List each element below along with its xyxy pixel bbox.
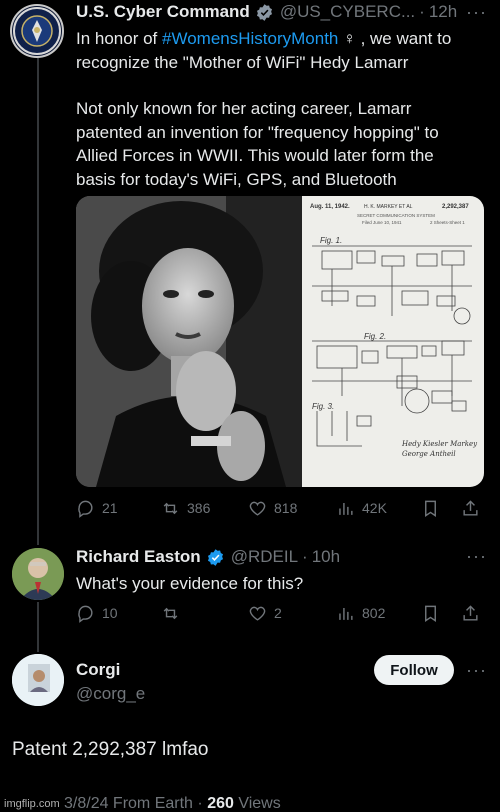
portrait-illustration (76, 196, 302, 487)
repost-count: 386 (187, 500, 211, 516)
tweet-actions: 10 2 802 (76, 602, 486, 624)
views-button[interactable]: 802 (336, 604, 385, 623)
author-handle[interactable]: @RDEIL (231, 547, 298, 567)
separator-dot: · (197, 795, 208, 812)
repost-icon (163, 502, 178, 514)
hedy-lamarr-photo (76, 196, 302, 487)
tweet-text: Patent 2,292,387 lmfao (12, 739, 209, 760)
verified-badge-icon (256, 3, 272, 21)
tweet-header: Corgi (76, 660, 120, 680)
author-handle[interactable]: @corg_e (76, 684, 145, 704)
views-bar-chart-icon (339, 607, 353, 620)
patent-drawing: Aug. 11, 1942. H. K. MARKEY ET AL 2,292,… (302, 196, 484, 487)
reply-count: 10 (102, 605, 118, 621)
follow-button[interactable]: Follow (374, 655, 454, 685)
tweet-line: Allied Forces in WWII. This would later … (76, 146, 434, 165)
tweet-text: What's your evidence for this? (76, 574, 304, 593)
author-name[interactable]: Richard Easton (76, 547, 201, 567)
share-icon (463, 604, 478, 621)
author-name[interactable]: U.S. Cyber Command (76, 2, 250, 22)
bookmark-button[interactable] (421, 604, 440, 623)
circuit-diagram: Hedy Kiesler Markey George Antheil (312, 245, 478, 458)
tweet-line: In honor of #WomensHistoryMonth ♀ , we w… (76, 27, 491, 51)
profile-photo-icon (12, 548, 64, 600)
tweet-text: In honor of #WomensHistoryMonth ♀ , we w… (76, 27, 491, 191)
tweet-actions: 21 386 818 42K (76, 497, 486, 519)
heart-icon (249, 606, 266, 621)
views-label: Views (238, 795, 281, 812)
thread-line (37, 602, 39, 652)
tweet-header: Richard Easton @RDEIL · 10h (76, 547, 340, 567)
separator-dot: · (302, 547, 308, 566)
share-icon (463, 499, 478, 516)
author-handle[interactable]: @US_CYBERC... (280, 2, 415, 22)
share-button[interactable] (461, 604, 480, 623)
bookmark-icon (425, 605, 436, 622)
reply-button[interactable]: 21 (76, 499, 118, 518)
hashtag-link[interactable]: #WomensHistoryMonth (162, 29, 338, 48)
reply-count: 21 (102, 500, 118, 516)
avatar[interactable] (12, 654, 64, 706)
like-count: 818 (274, 500, 298, 516)
views-count: 42K (362, 500, 387, 516)
tweet-media[interactable]: Aug. 11, 1942. H. K. MARKEY ET AL 2,292,… (76, 196, 484, 487)
cybercom-seal-icon (13, 7, 61, 55)
avatar[interactable] (12, 548, 64, 600)
reply-icon (78, 500, 93, 518)
tweet-line: recognize the "Mother of WiFi" Hedy Lama… (76, 52, 409, 72)
reply-icon (78, 605, 93, 623)
bookmark-button[interactable] (421, 499, 440, 518)
tweet-header: U.S. Cyber Command @US_CYBERC... · 12h (76, 2, 457, 22)
like-button[interactable]: 818 (248, 499, 297, 518)
text-span: In honor of (76, 29, 163, 48)
tweet-header-handle: @corg_e (76, 684, 145, 704)
repost-button[interactable]: 386 (161, 499, 210, 518)
author-name[interactable]: Corgi (76, 660, 120, 680)
views-count: 802 (362, 605, 386, 621)
text-span: ♀ , we want to (338, 29, 452, 48)
more-options-icon[interactable]: ··· (466, 546, 487, 567)
reply-button[interactable]: 10 (76, 604, 118, 623)
thread-line (37, 58, 39, 545)
more-options-icon[interactable]: ··· (466, 2, 487, 23)
separator-dot: · (419, 2, 425, 21)
svg-text:George Antheil: George Antheil (402, 450, 456, 458)
repost-button[interactable] (161, 604, 187, 623)
views-count: 260 (207, 795, 234, 812)
like-count: 2 (274, 605, 282, 621)
post-time[interactable]: 10h (312, 547, 340, 567)
verified-badge-icon (207, 548, 223, 566)
tweet-line: patented an invention for "frequency hop… (76, 122, 439, 142)
share-button[interactable] (461, 499, 480, 518)
svg-text:Hedy Kiesler Markey: Hedy Kiesler Markey (401, 440, 478, 448)
views-bar-chart-icon (339, 502, 353, 515)
views-button[interactable]: 42K (336, 499, 387, 518)
post-time[interactable]: 12h (429, 2, 457, 22)
like-button[interactable]: 2 (248, 604, 282, 623)
imgflip-watermark: imgflip.com (4, 798, 60, 810)
heart-icon (249, 501, 266, 516)
post-timestamp[interactable]: 3/8/24 From Earth (64, 795, 193, 812)
more-options-icon[interactable]: ··· (466, 660, 487, 681)
tweet-line: basis for today's WiFi, GPS, and Bluetoo… (76, 169, 397, 189)
bookmark-icon (425, 500, 436, 517)
profile-photo-icon (12, 654, 64, 706)
repost-icon (163, 607, 178, 619)
tweet-line: Not only known for her acting career, La… (76, 99, 412, 118)
avatar[interactable] (10, 4, 64, 58)
